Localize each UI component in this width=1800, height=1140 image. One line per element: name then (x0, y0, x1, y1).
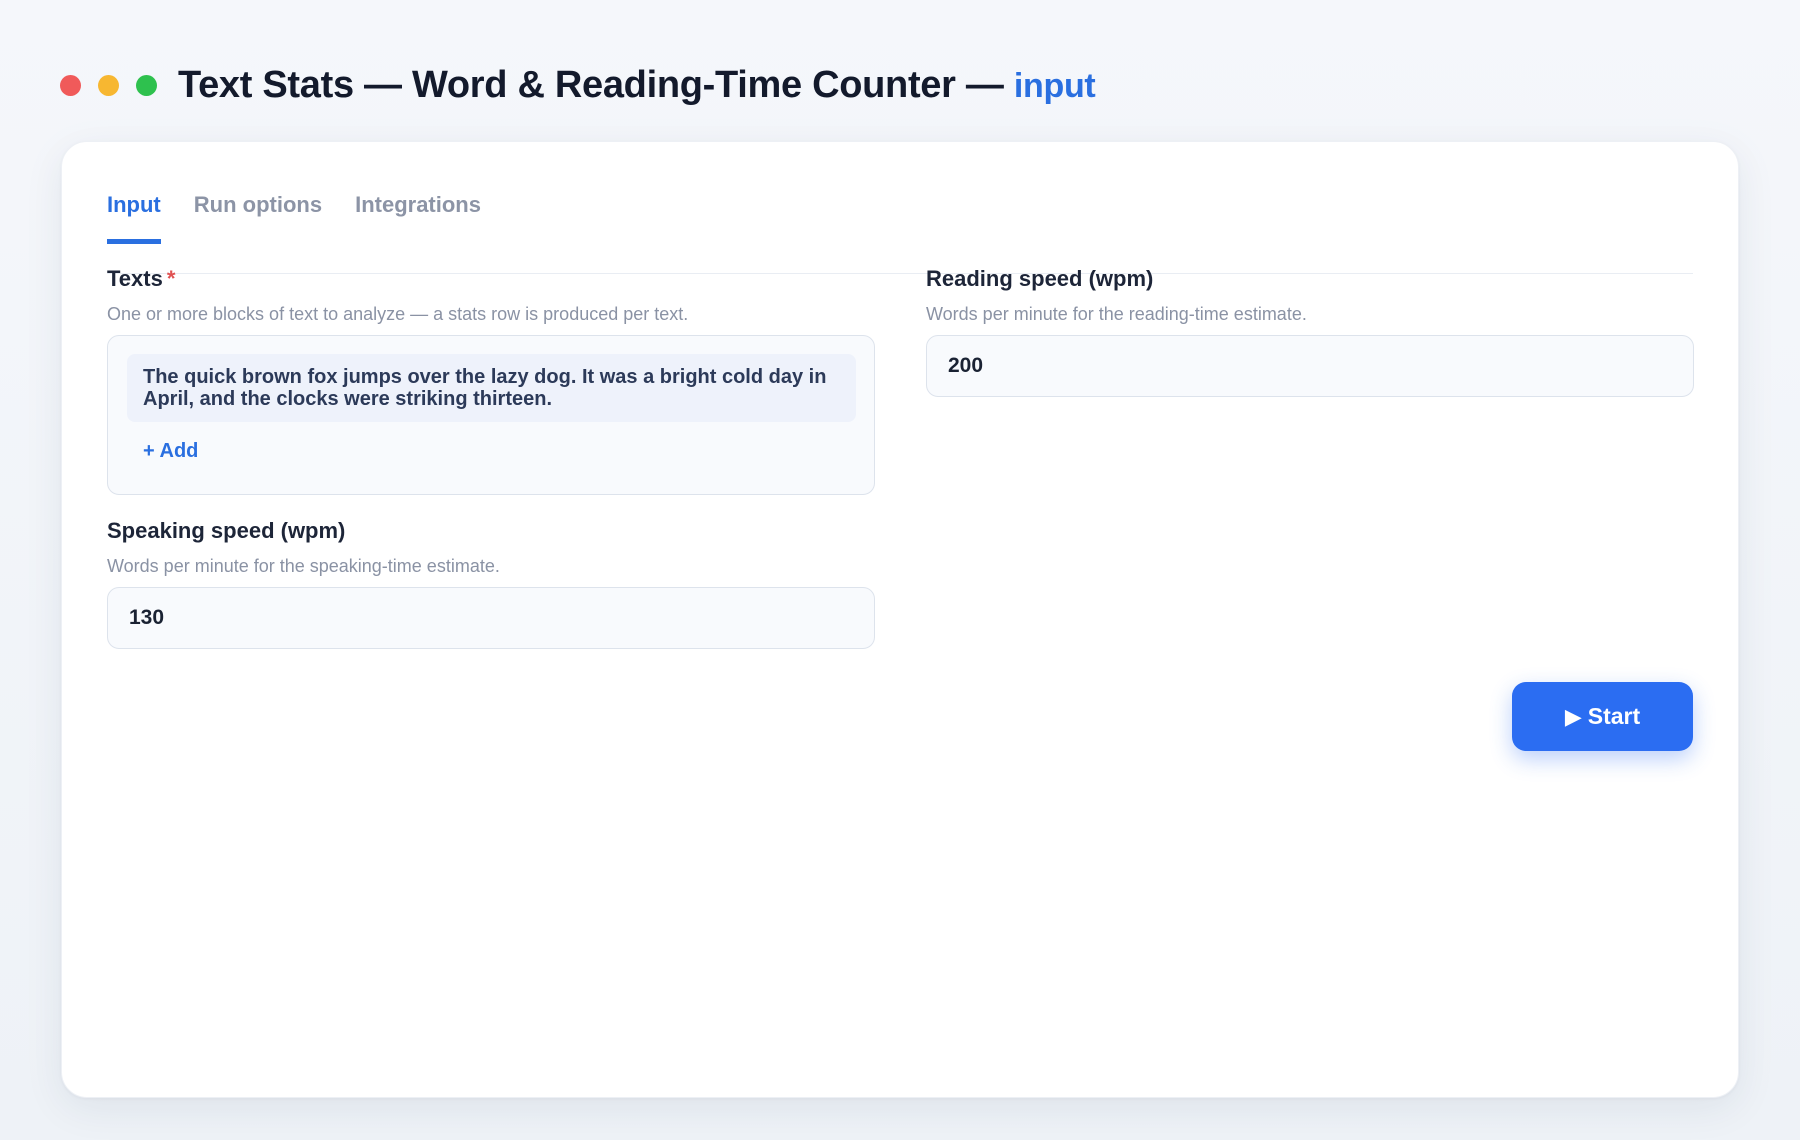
page-title-subtitle: input (1013, 66, 1096, 105)
close-window-icon[interactable] (60, 74, 81, 96)
reading-speed-help: Words per minute for the reading-time es… (926, 304, 1307, 324)
reading-speed-input[interactable]: 200 (926, 335, 1694, 397)
maximize-window-icon[interactable] (136, 74, 157, 96)
speaking-speed-label: Speaking speed (wpm) (107, 518, 346, 543)
start-button-label: Start (1587, 703, 1641, 729)
speaking-speed-help: Words per minute for the speaking-time e… (107, 556, 500, 576)
page-title-text: Text Stats — Word & Reading-Time Counter… (178, 63, 1004, 106)
minimize-window-icon[interactable] (98, 74, 119, 96)
add-text-button[interactable]: + Add (143, 440, 198, 463)
reading-speed-field: Reading speed (wpm) Words per minute for… (926, 266, 1694, 397)
start-button[interactable]: ▶ Start (1512, 682, 1693, 751)
page-title: Text Stats — Word & Reading-Time Counter… (178, 63, 1096, 107)
text-item[interactable]: The quick brown fox jumps over the lazy … (127, 354, 856, 422)
texts-help: One or more blocks of text to analyze — … (107, 304, 689, 324)
window-titlebar: Text Stats — Word & Reading-Time Counter… (60, 58, 1096, 112)
texts-label: Texts * (107, 266, 875, 292)
reading-speed-label: Reading speed (wpm) (926, 266, 1154, 291)
texts-list: The quick brown fox jumps over the lazy … (107, 335, 875, 495)
tab-run-options[interactable]: Run options (194, 176, 322, 238)
tab-input[interactable]: Input (107, 176, 161, 244)
texts-field: Texts * One or more blocks of text to ana… (107, 266, 875, 495)
speaking-speed-field: Speaking speed (wpm) Words per minute fo… (107, 518, 875, 649)
speaking-speed-input[interactable]: 130 (107, 587, 875, 649)
tab-bar: Input Run options Integrations (107, 176, 1693, 274)
texts-label-text: Texts (107, 266, 163, 291)
tab-integrations[interactable]: Integrations (355, 176, 481, 238)
required-mark: * (166, 266, 176, 291)
main-card: Input Run options Integrations Texts * On… (61, 141, 1739, 1098)
play-icon: ▶ (1564, 703, 1582, 729)
